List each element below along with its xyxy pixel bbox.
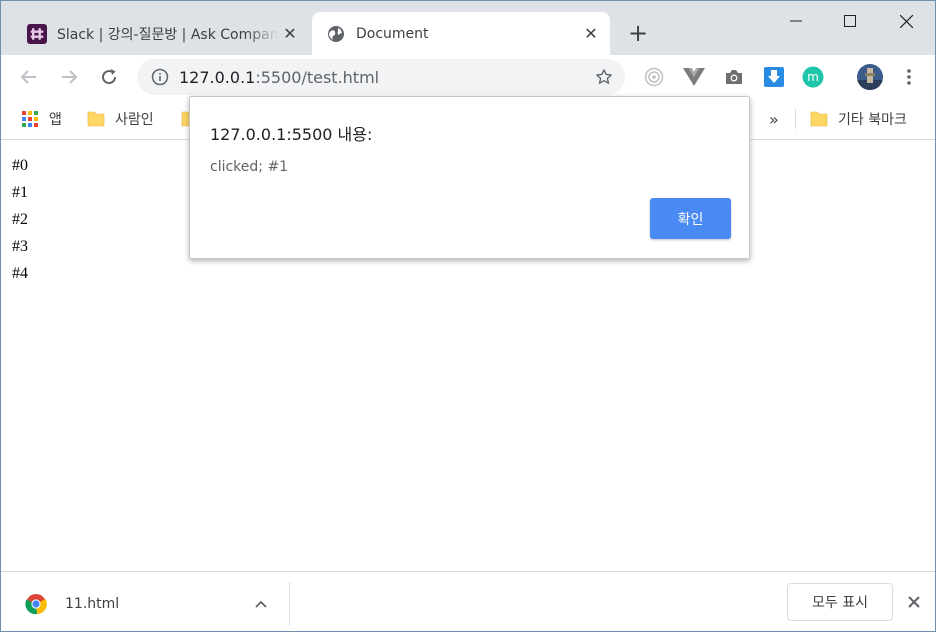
tab-title: Document	[356, 25, 429, 42]
extension-target-icon[interactable]	[642, 65, 666, 89]
url-host: 127.0.0.1	[179, 67, 256, 87]
maximize-button[interactable]	[821, 1, 879, 41]
show-all-button[interactable]: 모두 표시	[787, 583, 893, 621]
back-button[interactable]	[13, 61, 45, 93]
folder-icon	[87, 111, 105, 127]
confirm-button[interactable]: 확인	[650, 198, 731, 239]
other-bookmarks-label: 기타 북마크	[838, 112, 907, 128]
close-icon[interactable]	[902, 590, 926, 614]
camera-icon[interactable]	[722, 65, 746, 89]
toolbar: 127.0.0.1:5500/test.html m	[1, 55, 935, 99]
apps-grid-icon	[22, 111, 38, 127]
tab-slack[interactable]: Slack | 강의-질문방 | Ask Company ✕	[13, 12, 309, 55]
dialog-message: clicked; #1	[210, 159, 289, 175]
tab-title: Slack | 강의-질문방 | Ask Company	[57, 26, 279, 43]
mercury-reader-icon[interactable]: m	[801, 65, 825, 89]
download-shelf: 11.html 모두 표시	[1, 571, 935, 631]
folder-icon	[810, 111, 828, 127]
back-arrow-icon	[20, 70, 36, 84]
menu-kebab-icon[interactable]	[897, 65, 921, 89]
tab-strip: Slack | 강의-질문방 | Ask Company ✕ Document …	[1, 1, 935, 55]
window-close-button[interactable]	[877, 1, 935, 41]
chevron-up-icon[interactable]	[249, 592, 273, 616]
chrome-icon	[25, 594, 47, 615]
bookmark-folder-saramin[interactable]: 사람인	[87, 107, 154, 131]
bookmark-star-icon[interactable]	[593, 66, 615, 88]
shelf-divider	[289, 582, 290, 626]
url-text[interactable]: 127.0.0.1:5500/test.html	[179, 68, 593, 87]
minimize-button[interactable]	[767, 1, 825, 41]
bookmark-apps[interactable]: 앱	[21, 107, 62, 131]
overflow-label: »	[769, 109, 779, 129]
list-item[interactable]: #4	[12, 265, 28, 283]
forward-arrow-icon	[62, 70, 78, 84]
bookmark-label: 사람인	[115, 112, 154, 128]
download-manager-icon[interactable]	[762, 65, 786, 89]
reload-button[interactable]	[93, 61, 125, 93]
address-bar[interactable]: 127.0.0.1:5500/test.html	[137, 59, 625, 95]
url-path: :5500/test.html	[255, 67, 380, 87]
bookmark-divider	[795, 109, 796, 129]
forward-button[interactable]	[53, 61, 85, 93]
list-item[interactable]: #3	[12, 238, 28, 256]
download-file-name: 11.html	[65, 596, 120, 612]
list-item[interactable]: #0	[12, 157, 28, 175]
vue-devtools-icon[interactable]	[682, 65, 706, 89]
close-tab-icon[interactable]: ✕	[279, 23, 301, 45]
profile-avatar[interactable]	[857, 64, 883, 90]
reload-icon	[102, 69, 117, 85]
list-item[interactable]: #2	[12, 211, 28, 229]
bookmark-other[interactable]: 기타 북마크	[810, 107, 907, 131]
globe-icon	[326, 24, 346, 44]
browser-window: Slack | 강의-질문방 | Ask Company ✕ Document …	[0, 0, 936, 632]
alert-dialog: 127.0.0.1:5500 내용: clicked; #1 확인	[189, 96, 750, 259]
svg-text:m: m	[807, 70, 819, 84]
bookmark-overflow-chevron[interactable]: »	[769, 107, 779, 131]
close-tab-icon[interactable]: ✕	[580, 23, 602, 45]
tab-document[interactable]: Document ✕	[312, 12, 610, 55]
dialog-heading: 127.0.0.1:5500 내용:	[210, 125, 373, 144]
new-tab-button[interactable]: +	[625, 19, 651, 47]
apps-label: 앱	[49, 112, 62, 128]
list-item[interactable]: #1	[12, 184, 28, 202]
slack-icon	[27, 23, 47, 44]
download-item[interactable]: 11.html	[25, 592, 119, 616]
info-icon[interactable]	[151, 68, 169, 86]
